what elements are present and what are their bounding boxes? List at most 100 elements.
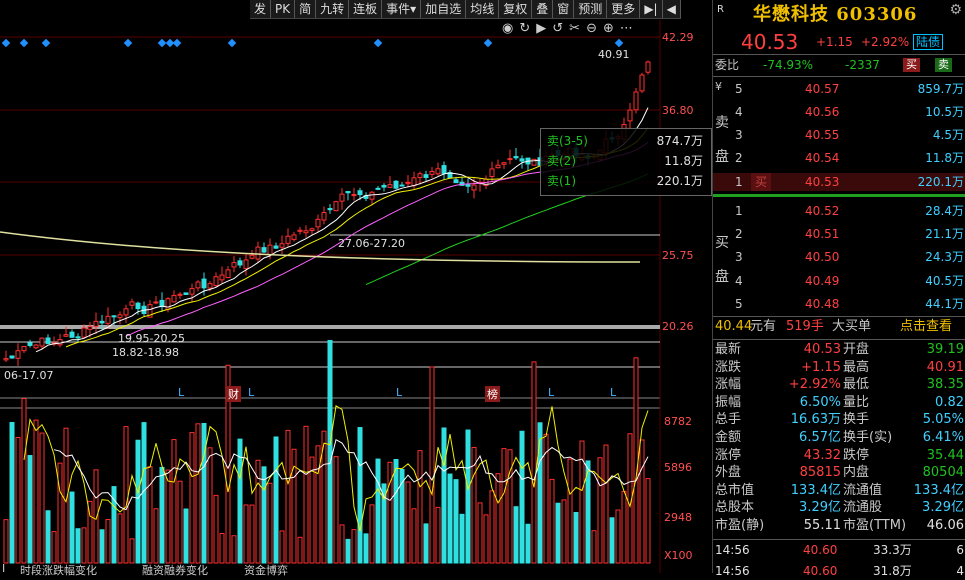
- order-volume: 24.3万: [925, 250, 964, 264]
- candle-body: [441, 165, 447, 174]
- bottom-tab-2[interactable]: 融资融券变化: [142, 562, 208, 578]
- order-level: 3: [735, 128, 743, 142]
- event-diamond: [1, 38, 11, 48]
- stat-value: 133.4亿: [913, 482, 964, 498]
- bottom-tab-1[interactable]: 时段涨跌幅变化: [20, 562, 97, 578]
- candle-body: [9, 355, 15, 359]
- popup-value: 874.7万: [656, 134, 703, 148]
- candle-body: [285, 235, 291, 244]
- buy-row-1[interactable]: 1 40.52 28.4万: [713, 202, 965, 220]
- kline-chart[interactable]: [0, 0, 712, 573]
- candle-body: [297, 229, 303, 232]
- order-popup: 卖(3-5) 874.7万 卖(2) 11.8万 卖(1) 220.1万: [540, 128, 712, 196]
- candle-body: [207, 283, 213, 289]
- tb-lianban[interactable]: 连板: [349, 0, 383, 18]
- stat-row: 总市值 133.4亿 流通值 133.4亿: [713, 482, 965, 499]
- zoom-in-icon[interactable]: ⊕: [603, 21, 620, 36]
- sell-row-5[interactable]: 5 40.57 859.7万: [713, 80, 965, 98]
- stat-value: +2.92%: [788, 377, 841, 393]
- refresh-icon[interactable]: ↻: [519, 21, 536, 36]
- eye-icon[interactable]: ◉: [502, 21, 519, 36]
- restore-icon[interactable]: ↺: [552, 21, 569, 36]
- tb-jiuzhuan[interactable]: 九转: [316, 0, 350, 18]
- volume-bar: [117, 513, 123, 564]
- stat-label: 量比: [843, 394, 870, 410]
- event-marker-l5[interactable]: L: [610, 386, 616, 399]
- volume-bar: [297, 536, 303, 564]
- candle-body: [165, 298, 171, 310]
- tb-ma[interactable]: 均线: [466, 0, 500, 18]
- volume-bar: [345, 538, 351, 564]
- event-marker-l1[interactable]: L: [178, 386, 184, 399]
- candle-body: [39, 337, 45, 347]
- volume-bar: [285, 429, 291, 564]
- tb-fa[interactable]: 发: [250, 0, 272, 18]
- order-level: 2: [735, 227, 743, 241]
- tb-more[interactable]: 更多: [607, 0, 641, 18]
- tb-fuquan[interactable]: 复权: [499, 0, 533, 18]
- tb-collapse-icon[interactable]: ◀: [663, 0, 681, 18]
- scissors-icon[interactable]: ✂: [569, 21, 586, 36]
- stat-label: 外盘: [715, 465, 742, 481]
- tb-overlay[interactable]: 叠: [532, 0, 554, 18]
- candle-body: [243, 259, 249, 269]
- bottom-tab-0[interactable]: I: [2, 562, 5, 575]
- big-order-type: 大买单: [832, 319, 872, 334]
- volume-bar: [351, 529, 357, 564]
- order-level: 2: [735, 151, 743, 165]
- candle-body: [327, 208, 333, 211]
- volume-bar: [15, 436, 21, 564]
- volume-bar: [489, 490, 495, 564]
- sell-row-3[interactable]: 3 40.55 4.5万: [713, 126, 965, 144]
- gear-icon[interactable]: ⚙: [949, 2, 962, 18]
- order-level: 4: [735, 105, 743, 119]
- tb-shijian[interactable]: 事件▾: [382, 0, 422, 18]
- stat-value: 46.06: [926, 518, 964, 533]
- tb-jian[interactable]: 简: [295, 0, 317, 18]
- weibi-value: -74.93%: [763, 58, 814, 72]
- volume-bar: [447, 473, 453, 564]
- bottom-tab-3[interactable]: 资金博弈: [244, 562, 288, 578]
- buy-button[interactable]: 买: [903, 58, 920, 72]
- buy-row-2[interactable]: 2 40.51 21.1万: [713, 225, 965, 243]
- stat-label: 换手: [843, 412, 870, 428]
- more-icon[interactable]: ⋯: [620, 21, 639, 36]
- candle-body: [411, 177, 417, 187]
- price-label-3: 25.75: [662, 249, 694, 262]
- sell-row-2[interactable]: 2 40.54 11.8万: [713, 149, 965, 167]
- sell-row-4[interactable]: 4 40.56 10.5万: [713, 103, 965, 121]
- vol-label-1: 8782: [664, 415, 692, 428]
- volume-bar: [417, 450, 423, 564]
- volume-bar: [453, 479, 459, 564]
- volume-bar: [429, 366, 435, 564]
- tb-add-watch[interactable]: 加自选: [421, 0, 467, 18]
- candle-body: [237, 260, 243, 266]
- popup-label: 卖(1): [547, 174, 576, 188]
- kline-chart-area[interactable]: 发 PK 简 九转 连板 事件▾ 加自选 均线 复权 叠 窗 预测 更多 ▶| …: [0, 0, 712, 577]
- play-icon[interactable]: ▶: [536, 21, 552, 36]
- sell-row-1[interactable]: 1 买 40.53 220.1万: [713, 173, 965, 191]
- event-marker-bang[interactable]: 榜: [485, 386, 500, 402]
- candle-body: [309, 228, 315, 232]
- candle-body: [495, 164, 501, 169]
- event-marker-l4[interactable]: L: [548, 386, 554, 399]
- tb-window[interactable]: 窗: [553, 0, 575, 18]
- buy-row-5[interactable]: 5 40.48 44.1万: [713, 295, 965, 313]
- big-order-row[interactable]: 40.44 元有 519手 大买单 点击查看: [713, 318, 965, 336]
- event-marker-l3[interactable]: L: [396, 386, 402, 399]
- event-marker-l2[interactable]: L: [248, 386, 254, 399]
- tb-forecast[interactable]: 预测: [574, 0, 608, 18]
- buy-row-3[interactable]: 3 40.50 24.3万: [713, 248, 965, 266]
- tb-pk[interactable]: PK: [271, 0, 296, 18]
- chart-icon-row: ◉↻▶↺✂⊖⊕⋯: [502, 21, 639, 36]
- buy-row-4[interactable]: 4 40.49 40.5万: [713, 272, 965, 290]
- event-marker-cai[interactable]: 财: [226, 386, 241, 402]
- tb-end-icon[interactable]: ▶|: [640, 0, 663, 18]
- volume-bar: [621, 490, 627, 564]
- connect-badge[interactable]: 陆债: [913, 34, 944, 50]
- zoom-out-icon[interactable]: ⊖: [586, 21, 603, 36]
- view-big-order-link[interactable]: 点击查看: [900, 318, 952, 336]
- volume-bar: [93, 469, 99, 564]
- sell-button[interactable]: 卖: [935, 58, 952, 72]
- candle-body: [501, 162, 507, 165]
